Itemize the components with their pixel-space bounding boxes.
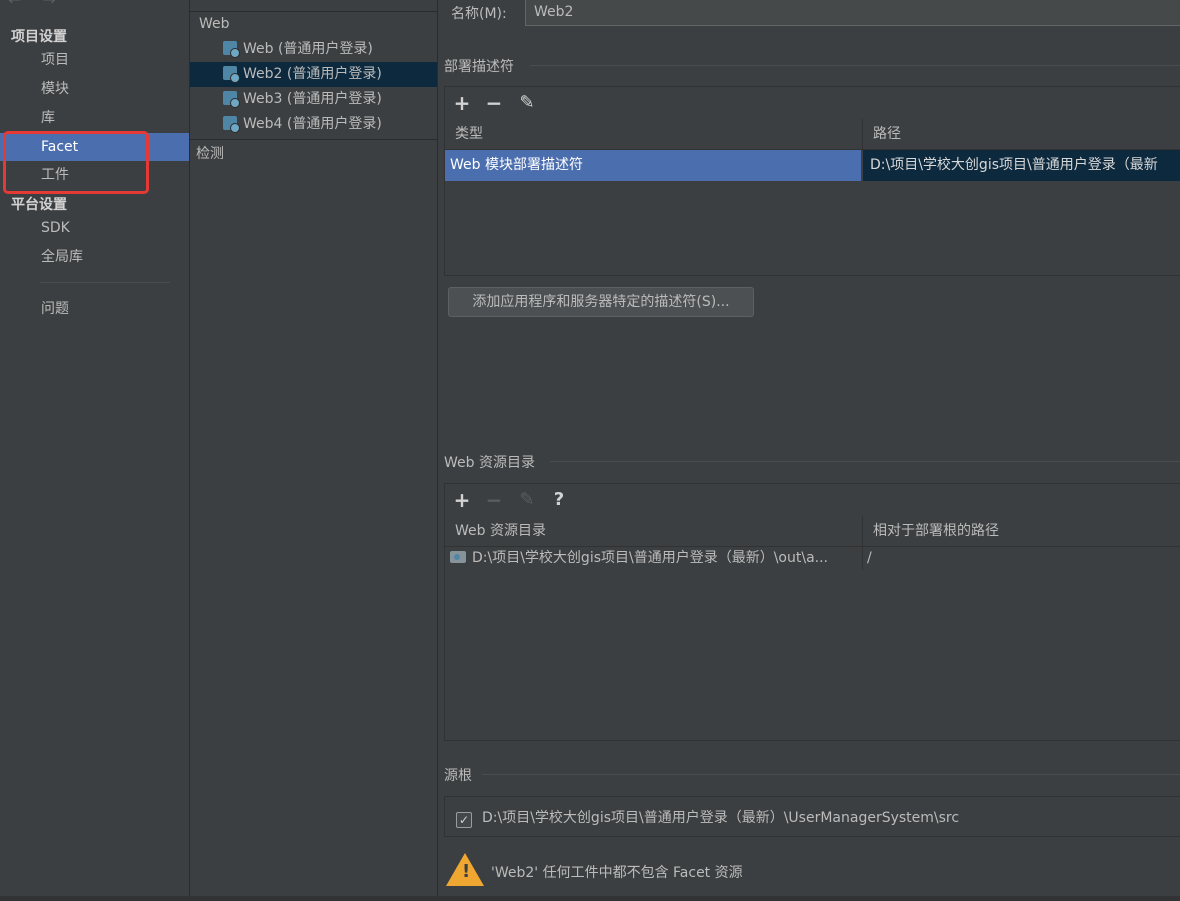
web-folder-icon [450, 551, 466, 563]
web-resources-panel: + − ✎ ? Web 资源目录 相对于部署根的路径 D:\项目\学校大创gis… [444, 483, 1180, 741]
tree-item-web2[interactable]: Web2 (普通用户登录) [190, 62, 437, 87]
add-button[interactable]: + [448, 87, 476, 119]
deploy-descriptors-panel: + − ✎ 类型 路径 Web 模块部署描述符 D:\项目\学校大创gis项目\… [444, 86, 1180, 276]
sidebar-item-modules[interactable]: 模块 [0, 75, 189, 103]
edit-icon[interactable]: ✎ [513, 484, 541, 516]
web-facet-icon [223, 66, 240, 83]
web-resources-header: Web 资源目录 相对于部署根的路径 [445, 516, 1180, 547]
warning-mark: ! [462, 861, 471, 882]
sidebar-divider [40, 282, 170, 283]
platform-settings-heading: 平台设置 [11, 197, 67, 213]
cell-path: D:\项目\学校大创gis项目\普通用户登录（最新 [863, 150, 1180, 181]
tree-item-web[interactable]: Web (普通用户登录) [190, 37, 437, 62]
tree-item-web3[interactable]: Web3 (普通用户登录) [190, 87, 437, 112]
column-header-web-resource-dir[interactable]: Web 资源目录 [445, 516, 862, 546]
cell-relative-path: / [867, 550, 872, 566]
tree-item-web4[interactable]: Web4 (普通用户登录) [190, 112, 437, 137]
highlight-annotation-box [3, 131, 149, 194]
sidebar-item-global-libraries[interactable]: 全局库 [0, 243, 189, 271]
name-input[interactable]: Web2 [525, 0, 1180, 26]
deploy-descriptors-title: 部署描述符 [444, 59, 514, 75]
sidebar-item-libraries[interactable]: 库 [0, 104, 189, 132]
warning-message: 'Web2' 任何工件中都不包含 Facet 资源 [491, 865, 743, 881]
web-resources-toolbar: + − ✎ ? [445, 484, 1180, 517]
group-divider [550, 461, 1180, 462]
sidebar-item-problems[interactable]: 问题 [0, 295, 189, 323]
edit-icon[interactable]: ✎ [513, 87, 541, 119]
facet-settings-panel: 名称(M): Web2 部署描述符 + − ✎ 类型 路径 Web 模块部署描述… [438, 0, 1180, 901]
tree-divider [190, 139, 437, 140]
add-server-descriptor-button[interactable]: 添加应用程序和服务器特定的描述符(S)... [448, 287, 754, 317]
sidebar-item-sdk[interactable]: SDK [0, 214, 189, 242]
source-roots-panel: ✓ D:\项目\学校大创gis项目\普通用户登录（最新）\UserManagerS… [444, 796, 1180, 837]
source-root-checkbox[interactable]: ✓ [456, 812, 472, 828]
group-divider [530, 65, 1180, 66]
source-root-path: D:\项目\学校大创gis项目\普通用户登录（最新）\UserManagerSy… [482, 810, 960, 826]
tree-item-label: Web4 (普通用户登录) [243, 116, 382, 132]
directory-path: D:\项目\学校大创gis项目\普通用户登录（最新）\out\a... [472, 550, 829, 566]
tree-item-label: Web3 (普通用户登录) [243, 91, 382, 107]
web-facet-icon [223, 116, 240, 133]
facet-tree: Web Web (普通用户登录) Web2 (普通用户登录) Web3 (普通用… [190, 0, 438, 901]
group-divider [482, 774, 1180, 775]
tree-item-label: Web2 (普通用户登录) [243, 66, 382, 82]
table-row[interactable]: D:\项目\学校大创gis项目\普通用户登录（最新）\out\a... / [445, 546, 1180, 570]
tree-root-web[interactable]: Web [199, 16, 230, 32]
tree-item-label: Web (普通用户登录) [243, 41, 373, 57]
tree-item-detection[interactable]: 检测 [196, 143, 224, 163]
bottom-divider [0, 896, 1180, 901]
source-roots-title: 源根 [444, 768, 472, 784]
help-button[interactable]: ? [545, 484, 573, 516]
deploy-descriptors-header: 类型 路径 [445, 119, 1180, 150]
sidebar-item-project[interactable]: 项目 [0, 46, 189, 74]
column-header-path[interactable]: 路径 [863, 119, 1180, 149]
back-forward-nav[interactable]: ← → [8, 0, 64, 9]
source-root-item[interactable]: ✓ D:\项目\学校大创gis项目\普通用户登录（最新）\UserManagerS… [456, 807, 959, 828]
cell-type: Web 模块部署描述符 [445, 150, 861, 181]
table-row[interactable]: Web 模块部署描述符 D:\项目\学校大创gis项目\普通用户登录（最新 [445, 150, 1180, 181]
web-facet-icon [223, 91, 240, 108]
project-settings-heading: 项目设置 [11, 29, 67, 45]
remove-button[interactable]: − [480, 87, 508, 119]
remove-button[interactable]: − [480, 484, 508, 516]
name-label: 名称(M): [451, 6, 507, 22]
settings-sidebar: ← → 项目设置 项目 模块 库 Facet 工件 平台设置 SDK 全局库 问… [0, 0, 190, 901]
tree-top-divider [190, 11, 437, 12]
web-resources-title: Web 资源目录 [444, 455, 535, 471]
deploy-descriptors-toolbar: + − ✎ [445, 87, 1180, 120]
web-facet-icon [223, 41, 240, 58]
add-button[interactable]: + [448, 484, 476, 516]
cell-directory: D:\项目\学校大创gis项目\普通用户登录（最新）\out\a... [445, 546, 861, 570]
column-header-relative-path[interactable]: 相对于部署根的路径 [863, 516, 1180, 546]
column-header-type[interactable]: 类型 [445, 119, 862, 149]
